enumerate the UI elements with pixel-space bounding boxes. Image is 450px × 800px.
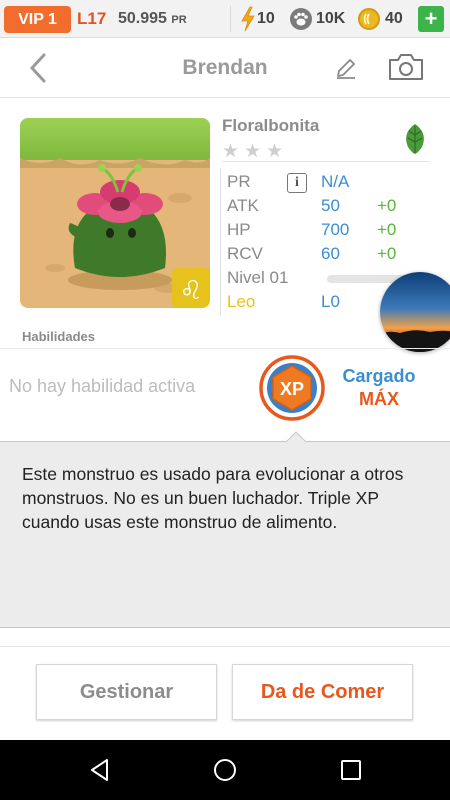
- add-currency-button[interactable]: +: [418, 6, 444, 32]
- coin-count: 40: [385, 10, 403, 27]
- paw-icon: [290, 8, 312, 30]
- leo-zodiac-icon: ♌: [179, 276, 202, 306]
- nav-back-icon[interactable]: [88, 758, 112, 782]
- system-nav-bar: [0, 740, 450, 800]
- sign-value: L0: [321, 292, 340, 311]
- star-icon: ★: [266, 141, 284, 162]
- description-text: Este monstruo es usado para evolucionar …: [22, 464, 409, 532]
- player-level: L17: [77, 9, 107, 28]
- pencil-icon[interactable]: [334, 56, 358, 80]
- star-rating: ★ ★ ★: [222, 140, 430, 162]
- vip-badge[interactable]: VIP 1: [4, 6, 71, 33]
- feed-button[interactable]: Da de Comer: [232, 664, 413, 720]
- xp-badge[interactable]: XP: [259, 355, 325, 421]
- level-label: Nivel 01: [227, 268, 289, 287]
- player-pr: 50.995 PR: [118, 10, 187, 28]
- screen: VIP 1 L17 50.995 PR 10 10K 40 + Brendan: [0, 0, 450, 800]
- manage-button[interactable]: Gestionar: [36, 664, 217, 720]
- stat-label: HP: [227, 220, 251, 239]
- stat-bonus: +0: [377, 220, 397, 239]
- monster-portrait[interactable]: ♌: [20, 118, 210, 308]
- paw-count: 10K: [316, 10, 346, 27]
- sign-label: Leo: [227, 292, 256, 311]
- star-icon: ★: [222, 141, 240, 162]
- energy-count: 10: [257, 10, 275, 27]
- header: Brendan: [0, 38, 450, 98]
- stat-row-pr: PR i N/A: [227, 172, 427, 194]
- coin-icon: [358, 8, 380, 30]
- divider: [0, 348, 450, 349]
- stat-bonus: +0: [377, 244, 397, 263]
- star-icon: ★: [244, 141, 262, 162]
- stat-value: 60: [321, 244, 340, 263]
- info-icon[interactable]: i: [287, 173, 307, 193]
- stat-row-hp: HP 700 +0: [227, 220, 427, 242]
- stat-label: PR: [227, 172, 251, 191]
- page-title: Brendan: [182, 56, 268, 79]
- nav-recent-apps-icon[interactable]: [340, 759, 362, 781]
- stat-value: 50: [321, 196, 340, 215]
- stat-value: N/A: [321, 172, 350, 191]
- stat-label: RCV: [227, 244, 263, 263]
- nav-home-icon[interactable]: [213, 758, 237, 782]
- pr-unit: PR: [171, 14, 187, 26]
- tooltip-arrow: [285, 431, 307, 443]
- pr-value: 50.995: [118, 10, 167, 27]
- stat-bonus: +0: [377, 196, 397, 215]
- no-ability-text: No hay habilidad activa: [9, 376, 196, 396]
- charged-value: MÁX: [359, 389, 399, 409]
- stat-row-atk: ATK 50 +0: [227, 196, 427, 218]
- xp-badge-label: XP: [280, 379, 304, 399]
- divider: [230, 6, 231, 32]
- stat-value: 700: [321, 220, 350, 239]
- abilities-label: Habilidades: [22, 329, 95, 344]
- monster-name: Floralbonita: [222, 116, 320, 135]
- resource-bar: VIP 1 L17 50.995 PR 10 10K 40 +: [0, 0, 450, 38]
- stat-label: ATK: [227, 196, 259, 215]
- owner-avatar[interactable]: [380, 272, 450, 352]
- camera-icon[interactable]: [387, 52, 425, 82]
- lightning-icon: [241, 6, 255, 32]
- stat-row-rcv: RCV 60 +0: [227, 244, 427, 266]
- charged-label: Cargado: [342, 366, 416, 386]
